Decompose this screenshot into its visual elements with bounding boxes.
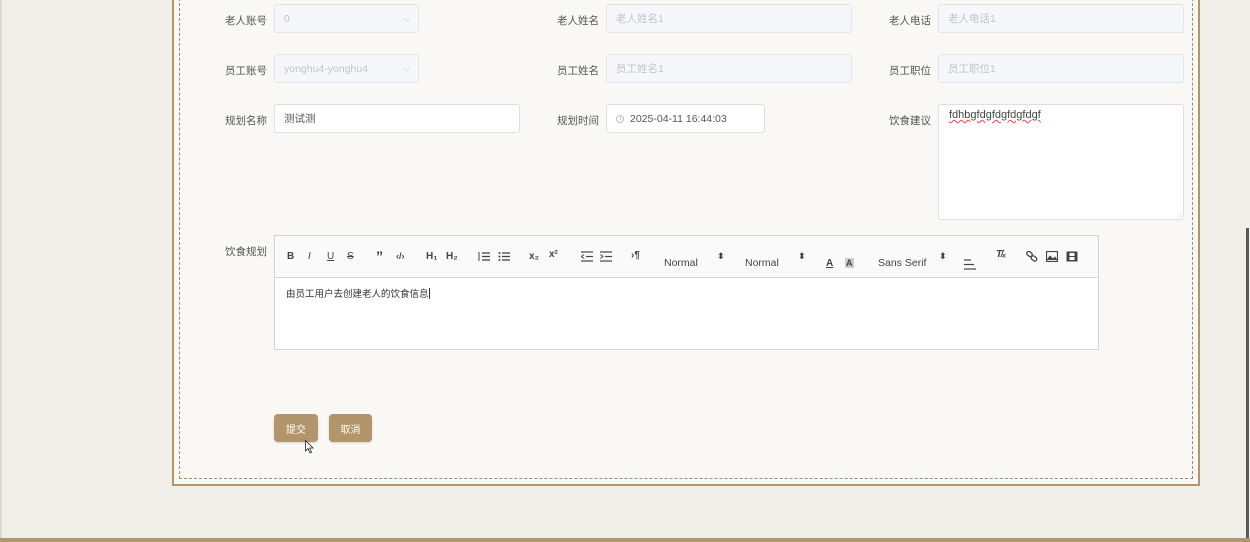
staff-position-placeholder: 员工职位1 [948, 63, 996, 75]
diet-plan-label: 饮食规划 [225, 246, 267, 258]
staff-account-label: 员工账号 [225, 65, 267, 77]
header-select-arrows-icon[interactable]: ⬍ [798, 251, 806, 262]
plan-time-label: 规划时间 [557, 115, 599, 127]
header-select[interactable]: Normal [745, 257, 779, 269]
diet-advice-label: 饮食建议 [889, 115, 931, 127]
superscript-button[interactable]: x² [549, 249, 558, 260]
staff-name-input[interactable]: 员工姓名1 [606, 54, 852, 83]
cancel-button[interactable]: 取消 [329, 414, 372, 442]
elder-name-label: 老人姓名 [557, 15, 599, 27]
elder-account-value: 0 [284, 12, 290, 25]
staff-position-input[interactable]: 员工职位1 [938, 54, 1184, 83]
blockquote-button[interactable]: ” [376, 248, 383, 264]
size-select-arrows-icon[interactable]: ⬍ [717, 251, 725, 262]
left-edge [0, 0, 2, 542]
header-1-button[interactable]: H₁ [426, 251, 437, 262]
text-direction-button[interactable]: ›¶ [631, 250, 640, 261]
plan-time-value: 2025-04-11 16:44:03 [630, 112, 727, 125]
diet-advice-value: fdhbgfdgfdgfdgfdgf [949, 109, 1041, 121]
elder-phone-input[interactable]: 老人电话1 [938, 4, 1184, 33]
elder-name-input[interactable]: 老人姓名1 [606, 4, 852, 33]
plan-name-value: 测试测 [284, 113, 316, 125]
elder-phone-placeholder: 老人电话1 [948, 13, 996, 25]
indent-icon[interactable] [600, 251, 612, 262]
ordered-list-icon[interactable] [478, 251, 490, 262]
plan-name-input[interactable]: 测试测 [274, 104, 520, 133]
elder-phone-label: 老人电话 [889, 15, 931, 27]
staff-name-label: 员工姓名 [557, 65, 599, 77]
header-2-button[interactable]: H₂ [446, 251, 458, 262]
chevron-down-icon: ⌵ [403, 13, 410, 23]
bullet-list-icon[interactable] [498, 251, 510, 262]
strike-button[interactable]: S [347, 251, 354, 262]
elder-account-label: 老人账号 [225, 15, 267, 27]
scrollbar[interactable] [1246, 228, 1249, 540]
clock-icon [616, 114, 624, 123]
mouse-pointer-icon [305, 440, 314, 454]
chevron-down-icon: ⌵ [403, 63, 410, 73]
staff-account-value: yonghu4-yonghu4 [284, 62, 369, 75]
align-icon[interactable] [964, 259, 976, 270]
staff-account-select[interactable]: yonghu4-yonghu4 ⌵ [274, 54, 419, 83]
staff-name-placeholder: 员工姓名1 [616, 63, 664, 75]
background-color-button[interactable]: A [845, 258, 854, 268]
diet-advice-textarea[interactable]: fdhbgfdgfdgfdgfdgf [938, 104, 1184, 220]
editor-content-text: 由员工用户去创建老人的饮食信息 [286, 289, 429, 300]
outdent-icon[interactable] [581, 251, 593, 262]
size-select[interactable]: Normal [664, 257, 698, 269]
image-icon[interactable] [1046, 251, 1058, 262]
font-select-arrows-icon[interactable]: ⬍ [939, 251, 947, 262]
italic-button[interactable]: I [308, 251, 311, 262]
editor-toolbar: B I U S ” ‹/› H₁ H₂ x₂ x² ›¶ Normal ⬍ No… [275, 236, 1098, 278]
elder-name-placeholder: 老人姓名1 [616, 13, 664, 25]
text-color-button[interactable]: A [826, 258, 833, 269]
video-icon[interactable] [1066, 251, 1078, 262]
text-cursor [428, 288, 430, 299]
diet-plan-editor: B I U S ” ‹/› H₁ H₂ x₂ x² ›¶ Normal ⬍ No… [274, 235, 1099, 350]
plan-name-label: 规划名称 [225, 115, 267, 127]
code-block-button[interactable]: ‹/› [396, 251, 405, 261]
bold-button[interactable]: B [287, 251, 294, 262]
plan-time-picker[interactable]: 2025-04-11 16:44:03 [606, 104, 765, 133]
bottom-bar [0, 538, 1250, 542]
staff-position-label: 员工职位 [889, 65, 931, 77]
resize-handle-icon[interactable] [1176, 212, 1182, 218]
elder-account-select[interactable]: 0 ⌵ [274, 4, 419, 33]
subscript-button[interactable]: x₂ [529, 251, 539, 262]
font-select[interactable]: Sans Serif [878, 257, 926, 269]
editor-content[interactable]: 由员工用户去创建老人的饮食信息 [286, 286, 430, 300]
clean-format-button[interactable]: T̸ₓ [996, 249, 1006, 260]
link-icon[interactable] [1026, 251, 1038, 262]
submit-button[interactable]: 提交 [274, 414, 318, 442]
underline-button[interactable]: U [327, 251, 334, 262]
